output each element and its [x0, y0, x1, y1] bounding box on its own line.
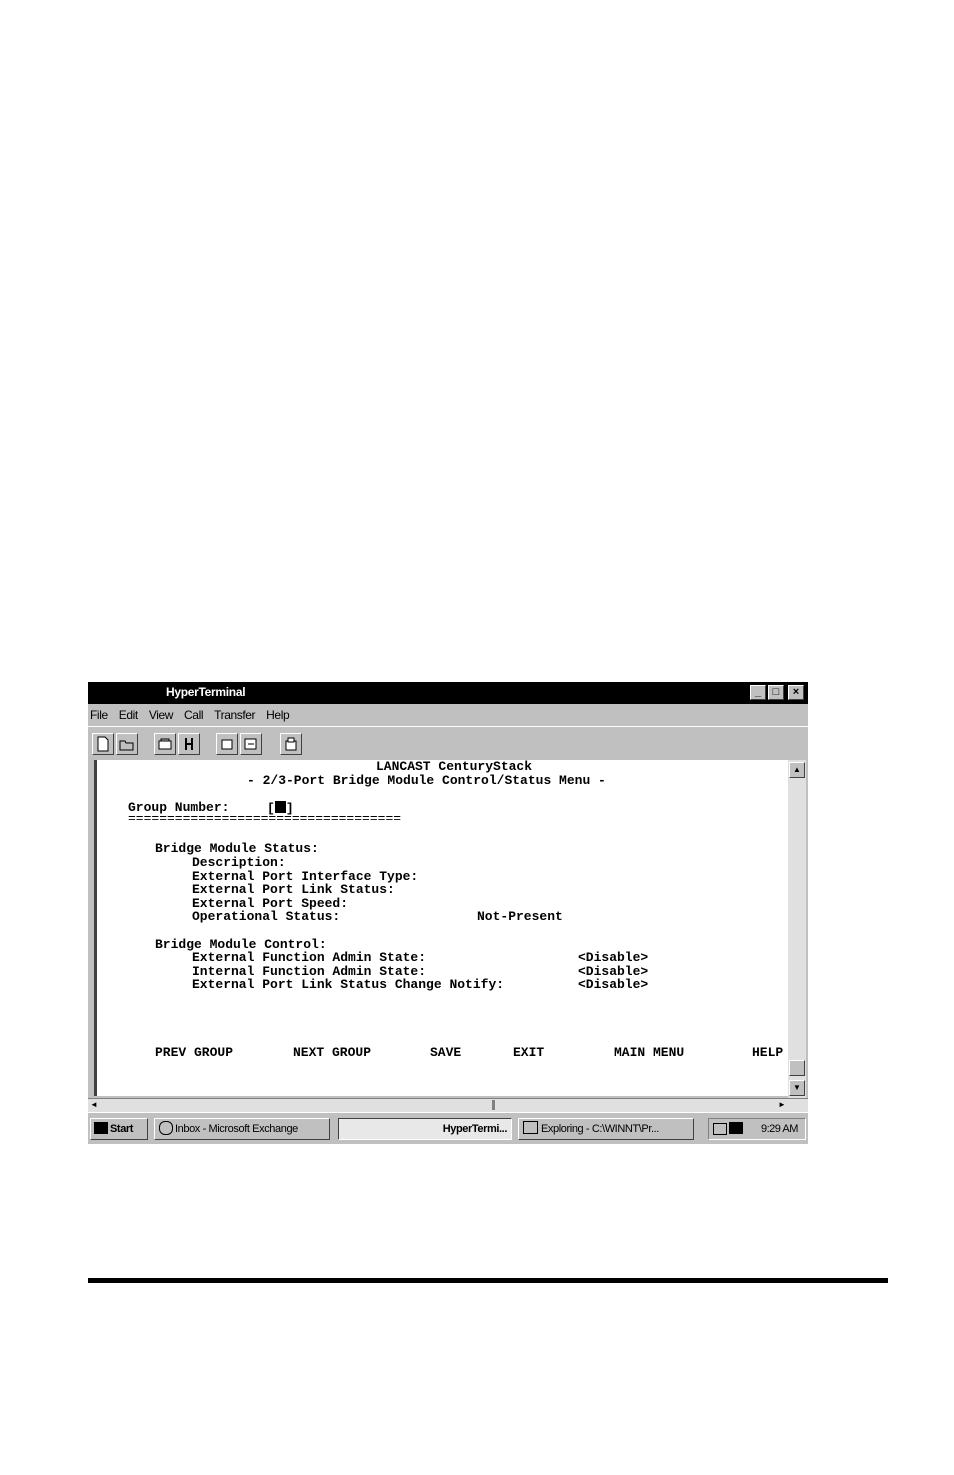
- properties-icon[interactable]: [280, 733, 302, 755]
- open-icon[interactable]: [116, 733, 138, 755]
- menu-transfer[interactable]: Transfer: [214, 708, 255, 722]
- link-status-label: External Port Link Status:: [192, 882, 395, 897]
- task-hyperterminal-label: HyperTermi...: [442, 1123, 508, 1135]
- ext-admin-label: External Function Admin State:: [192, 950, 427, 965]
- system-tray: 9:29 AM: [708, 1118, 806, 1140]
- hscroll-thumb[interactable]: [492, 1100, 495, 1110]
- scroll-up-icon[interactable]: ▲: [789, 762, 805, 778]
- title-bar[interactable]: HyperTerminal _ □ ×: [88, 682, 808, 704]
- start-label: Start: [110, 1123, 134, 1135]
- task-exploring-label: Exploring - C:\WINNT\Pr...: [541, 1123, 659, 1135]
- start-button[interactable]: Start: [90, 1118, 148, 1140]
- menu-file[interactable]: File: [90, 708, 108, 722]
- exit-command[interactable]: EXIT: [513, 1046, 544, 1060]
- explorer-icon: [523, 1121, 538, 1134]
- separator-line: ===================================: [128, 811, 402, 826]
- operational-status-label: Operational Status:: [192, 909, 341, 924]
- scroll-thumb[interactable]: [789, 1060, 805, 1076]
- clock[interactable]: 9:29 AM: [761, 1119, 798, 1139]
- close-button[interactable]: ×: [788, 685, 804, 700]
- link-notify-value[interactable]: <Disable>: [578, 978, 648, 992]
- description-label: Description:: [192, 855, 286, 870]
- scroll-down-icon[interactable]: ▼: [789, 1080, 805, 1096]
- maximize-button[interactable]: □: [768, 685, 784, 700]
- toolbar: [88, 726, 808, 758]
- page-divider: [88, 1278, 888, 1283]
- menu-help[interactable]: Help: [266, 708, 289, 722]
- task-inbox[interactable]: Inbox - Microsoft Exchange: [154, 1118, 330, 1140]
- task-inbox-label: Inbox - Microsoft Exchange: [175, 1123, 298, 1135]
- menu-call[interactable]: Call: [184, 708, 203, 722]
- menu-edit[interactable]: Edit: [119, 708, 138, 722]
- exchange-icon: [159, 1121, 173, 1135]
- prev-group-command[interactable]: PREV GROUP: [155, 1046, 233, 1060]
- windows-logo-icon: [94, 1122, 108, 1134]
- next-group-command[interactable]: NEXT GROUP: [293, 1046, 371, 1060]
- modem-icon[interactable]: [729, 1122, 743, 1134]
- help-command[interactable]: HELP: [752, 1046, 783, 1060]
- task-hyperterminal[interactable]: HyperTermi...: [338, 1118, 512, 1140]
- scroll-right-icon[interactable]: ►: [778, 1100, 786, 1109]
- minimize-button[interactable]: _: [750, 685, 766, 700]
- connect-icon[interactable]: [154, 733, 176, 755]
- horizontal-scrollbar[interactable]: ◄ ►: [88, 1098, 808, 1112]
- save-command[interactable]: SAVE: [430, 1046, 461, 1060]
- disconnect-icon[interactable]: [178, 733, 200, 755]
- send-icon[interactable]: [216, 733, 238, 755]
- link-notify-label: External Port Link Status Change Notify:: [192, 977, 505, 992]
- terminal-subtitle: - 2/3-Port Bridge Module Control/Status …: [247, 773, 606, 788]
- new-icon[interactable]: [92, 733, 114, 755]
- hyperterminal-window: HyperTerminal _ □ × File Edit View Call …: [88, 682, 808, 1144]
- receive-icon[interactable]: [240, 733, 262, 755]
- menu-view[interactable]: View: [149, 708, 174, 722]
- window-title: HyperTerminal: [166, 685, 246, 699]
- taskbar: Start Inbox - Microsoft Exchange HyperTe…: [88, 1112, 808, 1144]
- vertical-scrollbar[interactable]: ▲ ▼: [788, 760, 806, 1098]
- network-icon[interactable]: [713, 1123, 727, 1135]
- scroll-left-icon[interactable]: ◄: [90, 1100, 98, 1109]
- task-exploring[interactable]: Exploring - C:\WINNT\Pr...: [518, 1118, 694, 1140]
- terminal-screen[interactable]: LANCAST CenturyStack - 2/3-Port Bridge M…: [94, 760, 788, 1096]
- operational-status-value: Not-Present: [477, 909, 563, 924]
- status-header: Bridge Module Status:: [155, 841, 319, 856]
- main-menu-command[interactable]: MAIN MENU: [614, 1046, 684, 1060]
- ext-admin-value[interactable]: <Disable>: [578, 951, 648, 965]
- terminal-title: LANCAST CenturyStack: [376, 760, 533, 774]
- menu-bar: File Edit View Call Transfer Help: [88, 704, 808, 726]
